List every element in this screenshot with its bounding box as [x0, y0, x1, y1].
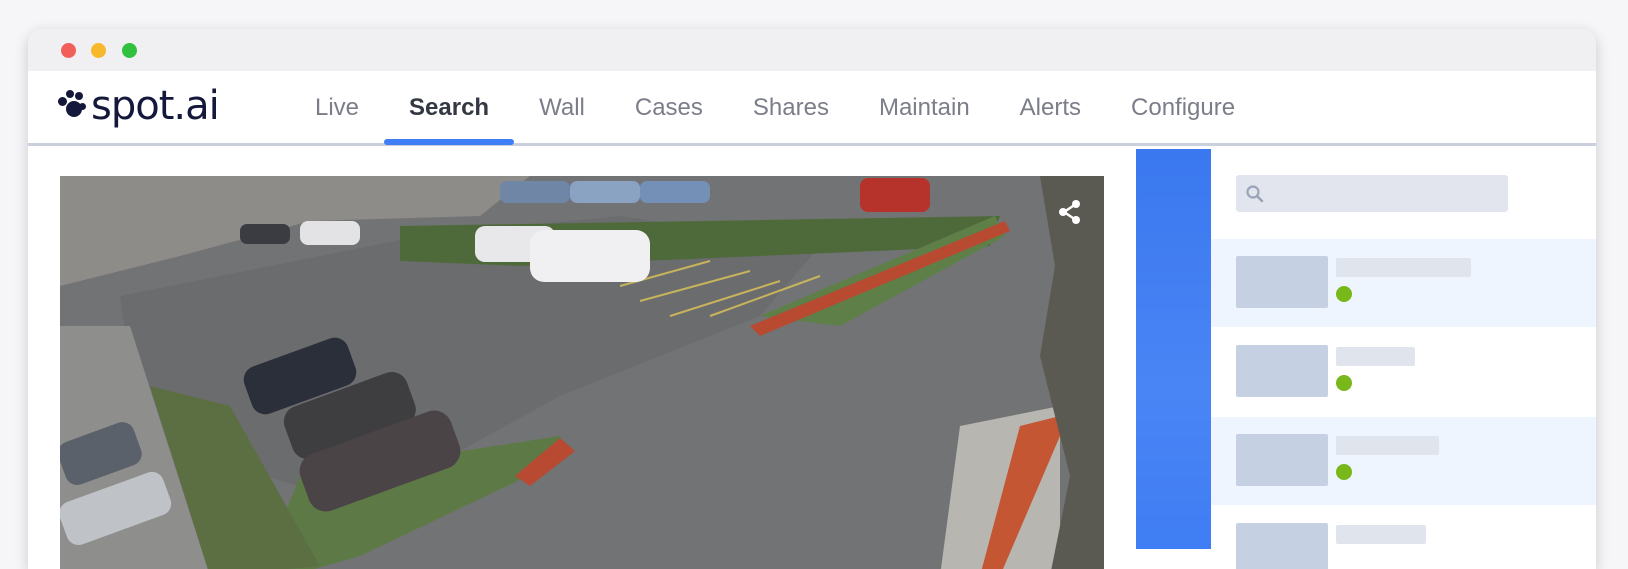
- tab-label: Configure: [1131, 94, 1236, 121]
- camera-name-placeholder: [1336, 347, 1415, 366]
- online-status-dot: [1336, 464, 1352, 480]
- camera-list-sidebar: [1211, 149, 1596, 569]
- tab-search[interactable]: Search: [384, 71, 515, 145]
- paw-dots-icon: [58, 86, 88, 126]
- tab-label: Live: [315, 94, 360, 121]
- tab-configure[interactable]: Configure: [1106, 71, 1260, 143]
- camera-list-item[interactable]: [1211, 506, 1596, 569]
- title-bar: [28, 29, 1596, 71]
- camera-list-item[interactable]: [1211, 417, 1596, 505]
- tab-shares[interactable]: Shares: [728, 71, 854, 143]
- tab-label: Cases: [634, 94, 703, 121]
- camera-video-feed[interactable]: [60, 176, 1104, 569]
- search-icon: [1246, 185, 1264, 203]
- maximize-window-button[interactable]: [122, 43, 137, 58]
- nav-tabs: Live Search Wall Cases Shares Maintain A…: [290, 71, 1260, 145]
- camera-name-placeholder: [1336, 436, 1439, 455]
- camera-thumbnail: [1236, 345, 1328, 397]
- camera-name-placeholder: [1336, 525, 1426, 544]
- sidebar-accent-strip: [1136, 149, 1211, 549]
- camera-thumbnail: [1236, 256, 1328, 308]
- share-icon[interactable]: [1056, 198, 1084, 226]
- tab-wall[interactable]: Wall: [514, 71, 610, 143]
- camera-search-input[interactable]: [1236, 175, 1508, 212]
- main-content: [28, 149, 1596, 569]
- tab-label: Wall: [539, 94, 585, 121]
- tab-label: Shares: [752, 94, 829, 121]
- tab-live[interactable]: Live: [290, 71, 384, 143]
- tab-cases[interactable]: Cases: [610, 71, 728, 143]
- spot-ai-logo[interactable]: spot.ai: [58, 83, 220, 129]
- browser-window: spot.ai Live Search Wall Cases Shares Ma…: [28, 29, 1596, 569]
- camera-list-item[interactable]: [1211, 239, 1596, 327]
- close-window-button[interactable]: [61, 43, 76, 58]
- top-navigation: spot.ai Live Search Wall Cases Shares Ma…: [28, 71, 1596, 146]
- tab-label: Maintain: [878, 94, 970, 121]
- minimize-window-button[interactable]: [91, 43, 106, 58]
- camera-list-item[interactable]: [1211, 328, 1596, 416]
- camera-thumbnail: [1236, 523, 1328, 569]
- camera-name-placeholder: [1336, 258, 1471, 277]
- tab-maintain[interactable]: Maintain: [854, 71, 995, 143]
- parking-lot-scene: [60, 176, 1104, 569]
- tab-alerts[interactable]: Alerts: [995, 71, 1106, 143]
- active-tab-indicator: [384, 139, 515, 145]
- tab-label: Search: [409, 94, 490, 121]
- camera-thumbnail: [1236, 434, 1328, 486]
- logo-wordmark: spot.ai: [91, 83, 220, 129]
- tab-label: Alerts: [1019, 94, 1082, 121]
- online-status-dot: [1336, 286, 1352, 302]
- online-status-dot: [1336, 375, 1352, 391]
